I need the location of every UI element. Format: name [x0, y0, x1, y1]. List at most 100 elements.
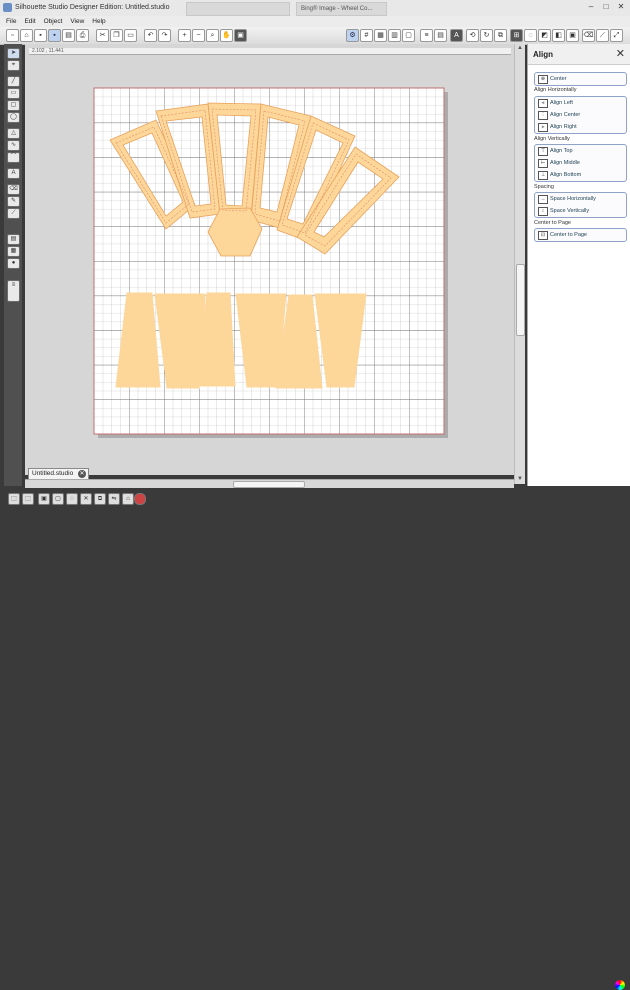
select-none-icon[interactable]: ⬚ — [22, 493, 34, 505]
grid-icon[interactable]: # — [360, 29, 373, 42]
open-file-icon[interactable]: ⌂ — [20, 29, 33, 42]
space-vertically-button[interactable]: ↕ Space Vertically — [535, 205, 626, 217]
align-left-button[interactable]: ⫷ Align Left — [535, 97, 626, 109]
menu-file[interactable]: File — [6, 16, 16, 27]
maximize-button[interactable]: □ — [599, 0, 613, 14]
space-horizontally-button[interactable]: ↔ Space Horizontally — [535, 193, 626, 205]
duplicate-icon[interactable]: ⧉ — [94, 493, 106, 505]
fit-page-icon[interactable]: ▣ — [234, 29, 247, 42]
modify-icon[interactable]: ◧ — [552, 29, 565, 42]
rounded-rect-tool-icon[interactable]: ▢ — [7, 100, 20, 111]
main-toolbar: ▫ ⌂ ▪ ▪ ▤ ⎙ ✂ ❐ ▭ ↶ ↷ + − ⌕ ✋ ▣ ⚙ # ▦ ▥ … — [0, 27, 630, 45]
library-icon[interactable]: ▤ — [62, 29, 75, 42]
align-bottom-button[interactable]: ⊥ Align Bottom — [535, 169, 626, 181]
cut-mode-icon[interactable]: ≡ — [7, 280, 20, 302]
vertical-scroll-thumb[interactable] — [516, 264, 525, 336]
undo-icon[interactable]: ↶ — [144, 29, 157, 42]
eraser-icon[interactable]: ⌫ — [582, 29, 595, 42]
center-button[interactable]: ⊕ Center — [535, 73, 626, 85]
lock-icon[interactable]: ⌂ — [122, 493, 134, 505]
save-icon[interactable]: ▪ — [34, 29, 47, 42]
curve-tool-icon[interactable]: ∿ — [7, 140, 20, 151]
align-middle-button[interactable]: ⊢ Align Middle — [535, 157, 626, 169]
rotate-icon[interactable]: ↻ — [480, 29, 493, 42]
menu-edit[interactable]: Edit — [24, 16, 35, 27]
align-right-button[interactable]: ⫸ Align Right — [535, 121, 626, 133]
menu-object[interactable]: Object — [44, 16, 63, 27]
offset-icon[interactable]: ◌ — [524, 29, 537, 42]
knife-icon[interactable]: ⟋ — [596, 29, 609, 42]
pan-icon[interactable]: ✋ — [220, 29, 233, 42]
close-window-button[interactable]: ✕ — [614, 0, 628, 14]
background-tab-1[interactable] — [186, 2, 290, 16]
design-canvas[interactable] — [25, 44, 515, 475]
vertical-scrollbar[interactable]: ▲ ▼ — [514, 44, 525, 484]
align-panel-header: Align ✕ — [528, 44, 630, 65]
replicate-icon[interactable]: ⧉ — [494, 29, 507, 42]
section-spacing: Spacing — [534, 184, 554, 190]
print-icon[interactable]: ⎙ — [76, 29, 89, 42]
page-setup-icon[interactable]: ⚙ — [346, 29, 359, 42]
text-style-icon[interactable]: A — [450, 29, 463, 42]
group-icon[interactable]: ▣ — [38, 493, 50, 505]
online-store-icon[interactable]: ● — [7, 258, 20, 269]
transform-icon[interactable]: ⟲ — [466, 29, 479, 42]
text-tool-icon[interactable]: A — [7, 168, 20, 179]
arc-tool-icon[interactable]: ⌒ — [7, 152, 20, 163]
document-tab[interactable]: Untitled.studio ✕ — [28, 468, 89, 479]
fullscreen-icon[interactable]: ⤢ — [610, 29, 623, 42]
select-tool-icon[interactable]: ➤ — [7, 48, 20, 59]
align-panel: Align ✕ ⊕ Center Align Horizontally ⫷ Ali… — [527, 44, 630, 486]
panel-title: Align — [533, 50, 553, 59]
new-file-icon[interactable]: ▫ — [6, 29, 19, 42]
minimize-button[interactable]: – — [584, 0, 598, 14]
center-to-page-button[interactable]: ⊡ Center to Page — [535, 229, 626, 241]
scroll-up-icon[interactable]: ▲ — [515, 44, 525, 52]
background-tab-2[interactable]: Bing® Image - Wheel Co... — [296, 2, 387, 16]
ungroup-icon[interactable]: ▢ — [52, 493, 64, 505]
knife-tool-icon[interactable]: ⟋ — [7, 208, 20, 219]
save-as-icon[interactable]: ▪ — [48, 29, 61, 42]
paste-icon[interactable]: ▭ — [124, 29, 137, 42]
scroll-down-icon[interactable]: ▼ — [515, 475, 525, 483]
align-icon[interactable]: ⊞ — [510, 29, 523, 42]
cut-icon[interactable]: ✂ — [96, 29, 109, 42]
layers-icon[interactable]: ▣ — [566, 29, 579, 42]
line-tool-icon[interactable]: ╱ — [7, 76, 20, 87]
horizontal-scroll-thumb[interactable] — [233, 481, 305, 488]
edit-points-icon[interactable]: ⌖ — [7, 60, 20, 71]
zoom-in-icon[interactable]: + — [178, 29, 191, 42]
align-bottom-icon: ⊥ — [538, 171, 548, 180]
mirror-icon[interactable]: ⇋ — [108, 493, 120, 505]
redo-icon[interactable]: ↷ — [158, 29, 171, 42]
cut-settings-icon[interactable]: ▥ — [388, 29, 401, 42]
horizontal-scrollbar[interactable] — [25, 479, 514, 488]
color-wheel-icon[interactable] — [615, 980, 625, 990]
store-tool-icon[interactable]: ▦ — [7, 246, 20, 257]
polygon-tool-icon[interactable]: △ — [7, 128, 20, 139]
close-tab-icon[interactable]: ✕ — [78, 470, 86, 478]
stop-icon[interactable] — [134, 493, 146, 505]
registration-icon[interactable]: ▦ — [374, 29, 387, 42]
align-top-button[interactable]: ⊤ Align Top — [535, 145, 626, 157]
close-panel-icon[interactable]: ✕ — [616, 47, 625, 60]
delete-icon[interactable]: ✕ — [80, 493, 92, 505]
align-center-button[interactable]: ⫶ Align Center — [535, 109, 626, 121]
menu-view[interactable]: View — [70, 16, 84, 27]
line-style-icon[interactable]: ≡ — [420, 29, 433, 42]
fill-pattern-icon[interactable]: ▤ — [434, 29, 447, 42]
document-tab-label: Untitled.studio — [32, 470, 74, 477]
library-tool-icon[interactable]: ▤ — [7, 234, 20, 245]
pen-tool-icon[interactable]: ✎ — [7, 196, 20, 207]
copy-icon[interactable]: ❐ — [110, 29, 123, 42]
rectangle-tool-icon[interactable]: ▭ — [7, 88, 20, 99]
trace-icon[interactable]: ◩ — [538, 29, 551, 42]
ellipse-tool-icon[interactable]: ◯ — [7, 112, 20, 123]
menu-help[interactable]: Help — [92, 16, 105, 27]
select-all-icon[interactable]: ⬚ — [8, 493, 20, 505]
zoom-select-icon[interactable]: ⌕ — [206, 29, 219, 42]
weld-icon[interactable]: ◌ — [66, 493, 78, 505]
send-to-silhouette-icon[interactable]: ▢ — [402, 29, 415, 42]
zoom-out-icon[interactable]: − — [192, 29, 205, 42]
eraser-tool-icon[interactable]: ⌫ — [7, 184, 20, 195]
